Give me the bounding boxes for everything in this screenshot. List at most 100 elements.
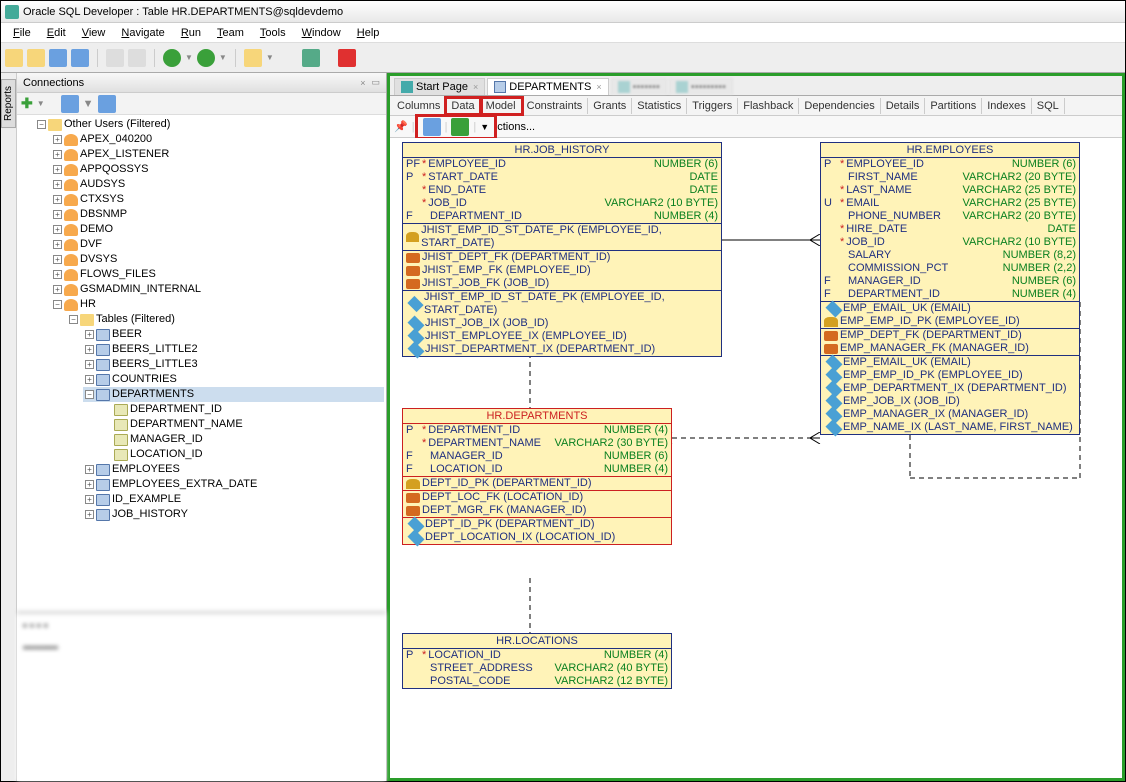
stop-icon[interactable] [338,49,356,67]
dock-icon[interactable]: ▭ [371,77,380,88]
subtab-partitions[interactable]: Partitions [925,98,982,114]
tree-node[interactable]: EMPLOYEES [112,462,180,477]
connections-tree[interactable]: − Other Users (Filtered) + APEX_040200 + APE… [17,115,386,611]
tree-node[interactable]: FLOWS_FILES [80,267,156,282]
tree-node[interactable]: BEERS_LITTLE2 [112,342,198,357]
menu-run[interactable]: Run [173,25,209,41]
pin-icon[interactable]: 📌 [394,120,408,133]
expand-icon[interactable]: + [53,285,62,294]
tree-node[interactable]: AUDSYS [80,177,125,192]
tree-node[interactable]: APPQOSSYS [80,162,148,177]
folder-icon[interactable] [98,95,116,113]
expand-icon[interactable]: + [53,165,62,174]
save-all-icon[interactable] [71,49,89,67]
close-tab-icon[interactable]: × [473,82,478,92]
tab-departments[interactable]: DEPARTMENTS× [487,78,608,95]
tree-node[interactable]: LOCATION_ID [130,447,203,462]
tree-node[interactable]: DBSNMP [80,207,127,222]
tree-node[interactable]: COUNTRIES [112,372,177,387]
subtab-details[interactable]: Details [881,98,926,114]
add-connection-icon[interactable]: ✚ [21,95,33,112]
tree-node[interactable]: MANAGER_ID [130,432,203,447]
subtab-columns[interactable]: Columns [392,98,446,114]
tree-node[interactable]: JOB_HISTORY [112,507,188,522]
subtab-model[interactable]: Model [481,98,522,114]
expand-icon[interactable]: + [53,210,62,219]
expand-icon[interactable]: + [85,495,94,504]
tree-node[interactable]: ID_EXAMPLE [112,492,181,507]
tree-node-tables[interactable]: Tables (Filtered) [96,312,175,327]
menu-help[interactable]: Help [349,25,388,41]
expand-icon[interactable]: + [85,465,94,474]
expand-icon[interactable]: + [85,345,94,354]
expand-icon[interactable]: + [53,195,62,204]
menu-view[interactable]: View [74,25,114,41]
dropdown-icon[interactable]: ▼ [480,122,489,132]
menu-team[interactable]: Team [209,25,252,41]
expand-icon[interactable]: + [53,135,62,144]
tree-node[interactable]: APEX_LISTENER [80,147,169,162]
add-dropdown-icon[interactable]: ▼ [37,99,45,108]
tree-node[interactable]: DVSYS [80,252,117,267]
back-icon[interactable] [163,49,181,67]
tree-node[interactable]: EMPLOYEES_EXTRA_DATE [112,477,257,492]
tree-node-departments[interactable]: DEPARTMENTS [112,387,194,402]
tree-node[interactable]: BEER [112,327,142,342]
collapse-icon[interactable]: − [53,300,62,309]
tree-node[interactable]: BEERS_LITTLE3 [112,357,198,372]
expand-icon[interactable]: + [53,240,62,249]
redo-icon[interactable] [128,49,146,67]
tree-node[interactable]: DEMO [80,222,113,237]
expand-icon[interactable]: + [53,255,62,264]
open-icon[interactable] [27,49,45,67]
menu-file[interactable]: File [5,25,39,41]
forward-icon[interactable] [197,49,215,67]
actions-label[interactable]: ctions... [497,121,535,133]
subtab-statistics[interactable]: Statistics [632,98,687,114]
subtab-data[interactable]: Data [446,98,480,114]
entity-job-history[interactable]: HR.JOB_HISTORYPF*EMPLOYEE_IDNUMBER (6)P*… [402,142,722,357]
entity-departments[interactable]: HR.DEPARTMENTSP*DEPARTMENT_IDNUMBER (4)*… [402,408,672,545]
tree-node[interactable]: DEPARTMENT_ID [130,402,222,417]
expand-icon[interactable]: + [85,480,94,489]
expand-icon[interactable]: + [53,270,62,279]
tree-node[interactable]: APEX_040200 [80,132,152,147]
subtab-flashback[interactable]: Flashback [738,98,799,114]
filter-icon[interactable]: ▼ [83,98,94,110]
subtab-dependencies[interactable]: Dependencies [799,98,880,114]
forward-dropdown-icon[interactable]: ▼ [219,53,227,62]
subtab-grants[interactable]: Grants [588,98,632,114]
find-icon[interactable] [302,49,320,67]
menu-window[interactable]: Window [294,25,349,41]
back-dropdown-icon[interactable]: ▼ [185,53,193,62]
tree-node[interactable]: Other Users (Filtered) [64,117,170,132]
tab-start-page[interactable]: Start Page× [394,78,485,95]
expand-icon[interactable]: + [53,150,62,159]
expand-icon[interactable]: + [85,360,94,369]
menu-tools[interactable]: Tools [252,25,294,41]
menu-navigate[interactable]: Navigate [113,25,172,41]
tree-node[interactable]: CTXSYS [80,192,124,207]
subtab-sql[interactable]: SQL [1032,98,1065,114]
save-icon[interactable] [49,49,67,67]
sql-icon[interactable] [244,49,262,67]
subtab-indexes[interactable]: Indexes [982,98,1032,114]
tree-node[interactable]: DVF [80,237,102,252]
subtab-triggers[interactable]: Triggers [687,98,738,114]
close-tab-icon[interactable]: × [596,82,601,92]
zoom-icon[interactable] [423,118,441,136]
sql-dropdown-icon[interactable]: ▼ [266,53,274,62]
er-diagram[interactable]: HR.JOB_HISTORYPF*EMPLOYEE_IDNUMBER (6)P*… [390,138,1122,778]
new-icon[interactable] [5,49,23,67]
menu-edit[interactable]: Edit [39,25,74,41]
entity-employees[interactable]: HR.EMPLOYEESP*EMPLOYEE_IDNUMBER (6)FIRST… [820,142,1080,435]
tree-node-hr[interactable]: HR [80,297,96,312]
refresh-model-icon[interactable] [451,118,469,136]
expand-icon[interactable]: + [53,225,62,234]
entity-locations[interactable]: HR.LOCATIONSP*LOCATION_IDNUMBER (4)STREE… [402,633,672,689]
tree-node[interactable]: GSMADMIN_INTERNAL [80,282,201,297]
expand-icon[interactable]: + [85,375,94,384]
collapse-icon[interactable]: − [37,120,46,129]
subtab-constraints[interactable]: Constraints [522,98,589,114]
minimize-icon[interactable]: × [360,78,365,88]
